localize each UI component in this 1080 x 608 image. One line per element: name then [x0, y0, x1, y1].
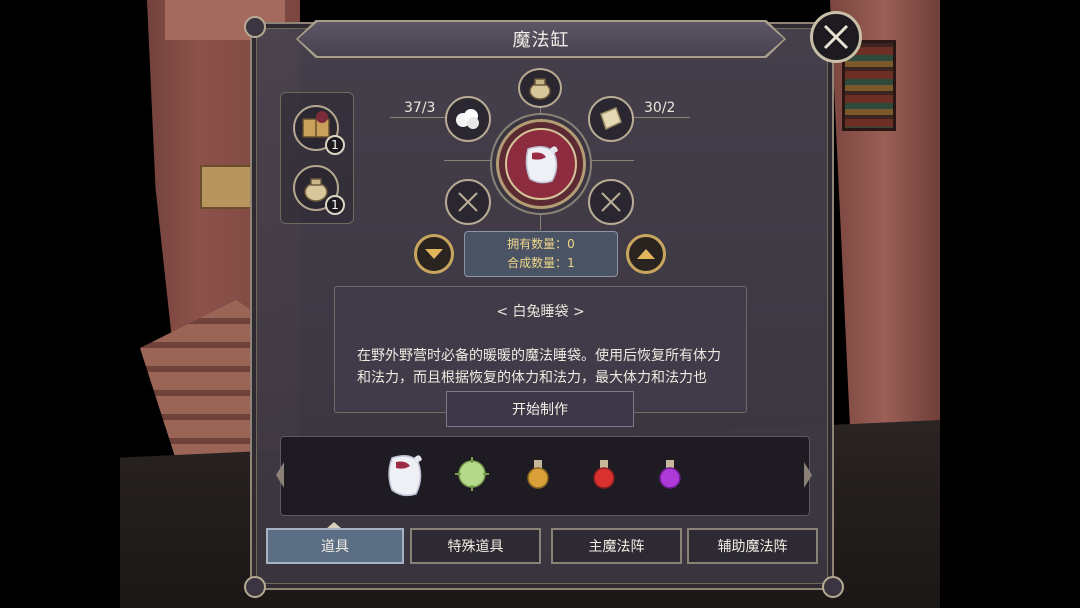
- right-ingredient-count: 30/2: [644, 100, 676, 116]
- item-name: < 白兔睡袋 >: [496, 304, 585, 320]
- crafting-queue: 1 1: [280, 92, 354, 224]
- white-rabbit-sleeping-bag-icon: [388, 455, 422, 497]
- close-button[interactable]: [810, 11, 862, 63]
- strip-item-purple-potion[interactable]: [648, 452, 692, 496]
- tab-special-items[interactable]: 特殊道具: [410, 528, 541, 564]
- craft-quantity: 合成数量：1: [507, 256, 575, 270]
- close-icon: [823, 24, 849, 50]
- strip-item-red-potion[interactable]: [582, 452, 626, 496]
- queue-slot-2[interactable]: 1: [293, 165, 345, 215]
- green-spiky-fruit-icon: [455, 457, 489, 491]
- panel-corner: [822, 576, 844, 598]
- chevron-down-icon: [425, 249, 443, 259]
- right-ingredient[interactable]: [588, 96, 634, 142]
- start-crafting-button[interactable]: 开始制作: [446, 391, 634, 427]
- purple-potion-icon: [659, 460, 681, 489]
- title-bar: 魔法缸: [298, 22, 784, 56]
- strip-item-sleeping-bag[interactable]: [384, 452, 428, 497]
- connector-line: [444, 160, 492, 161]
- chevron-up-icon: [637, 249, 655, 259]
- empty-slot-left[interactable]: [445, 179, 491, 225]
- queue-count-badge: 1: [325, 195, 345, 215]
- tab-items[interactable]: 道具: [266, 528, 404, 564]
- panel-corner: [244, 576, 266, 598]
- strip-item-green-fruit[interactable]: [450, 452, 494, 496]
- white-rabbit-sleeping-bag-icon: [525, 146, 558, 184]
- connector-line: [390, 117, 450, 118]
- connector-line: [590, 160, 634, 161]
- owned-quantity: 拥有数量：0: [507, 237, 575, 251]
- stairs: [140, 300, 260, 460]
- desk: [200, 165, 252, 209]
- queue-slot-1[interactable]: 1: [293, 105, 345, 155]
- tab-support-magic-circle[interactable]: 辅助魔法阵: [687, 528, 818, 564]
- yellow-potion-icon: [527, 460, 549, 489]
- tab-main-magic-circle[interactable]: 主魔法阵: [551, 528, 682, 564]
- strip-item-yellow-potion[interactable]: [516, 452, 560, 496]
- empty-slot-x-icon: [601, 192, 621, 212]
- decrease-quantity-button[interactable]: [414, 234, 454, 274]
- pouch-icon: [529, 78, 551, 100]
- left-ingredient[interactable]: [445, 96, 491, 142]
- result-item-frame: [505, 128, 577, 200]
- result-item-slot[interactable]: [496, 119, 586, 209]
- red-potion-icon: [593, 460, 615, 489]
- top-ingredient[interactable]: [518, 68, 562, 108]
- empty-slot-right[interactable]: [588, 179, 634, 225]
- window-title: 魔法缸: [512, 30, 570, 51]
- cotton-icon: [456, 109, 479, 129]
- queue-count-badge: 1: [325, 135, 345, 155]
- connector-line: [630, 117, 690, 118]
- parchment-icon: [600, 107, 622, 131]
- connector-line: [540, 212, 541, 230]
- increase-quantity-button[interactable]: [626, 234, 666, 274]
- item-description: 在野外野营时必备的暖暖的魔法睡袋。使用后恢复所有体力和法力，而且根据恢复的体力和…: [357, 348, 721, 386]
- empty-slot-x-icon: [458, 192, 478, 212]
- left-ingredient-count: 37/3: [404, 100, 436, 116]
- panel-corner: [244, 16, 266, 38]
- quantity-info: 拥有数量：0 合成数量：1: [464, 231, 618, 277]
